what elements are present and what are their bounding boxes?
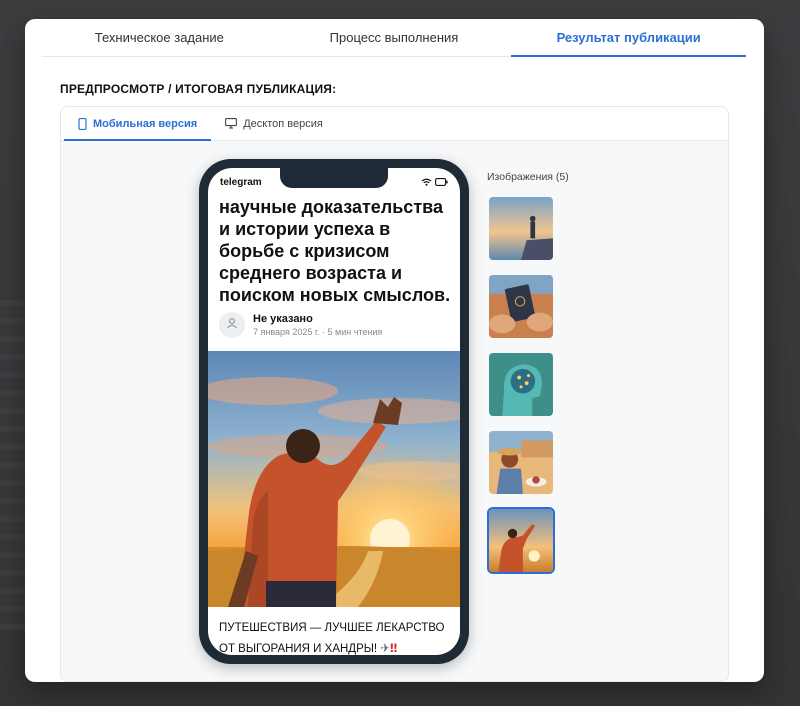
author-name: Не указано — [253, 313, 313, 325]
tab-mobile-version-label: Мобильная версия — [93, 117, 198, 130]
tab-publication-result[interactable]: Результат публикации — [511, 19, 746, 57]
images-label: Изображения (5) — [487, 171, 569, 183]
tab-execution-process[interactable]: Процесс выполнения — [277, 19, 512, 56]
preview-panel: Мобильная версия Десктоп версия telegram — [60, 106, 729, 682]
avatar — [219, 312, 245, 338]
phone-mockup: telegram научные доказательства и истори… — [199, 159, 469, 664]
double-exclamation-icon: ‼ — [389, 641, 398, 655]
man-waving-at-sunset-thumbnail[interactable] — [487, 507, 555, 574]
article-headline: научные доказательства и истории успеха … — [219, 197, 451, 305]
person-on-cliff-sea-thumbnail[interactable] — [487, 195, 555, 262]
airplane-icon: ✈ — [380, 641, 390, 655]
phone-icon — [78, 117, 87, 130]
tab-desktop-version-label: Десктоп версия — [243, 117, 323, 130]
glowing-brain-head-thumbnail[interactable] — [487, 351, 555, 418]
article-author: Не указано 7 января 2025 г. · 5 мин чтен… — [219, 312, 382, 338]
publication-modal: Техническое задание Процесс выполнения Р… — [25, 19, 764, 682]
phone-screen: telegram научные доказательства и истори… — [208, 168, 460, 655]
tab-desktop-version[interactable]: Десктоп версия — [211, 107, 337, 140]
main-tabs: Техническое задание Процесс выполнения Р… — [42, 19, 746, 57]
article-hero-image — [208, 351, 460, 607]
caption-text: ПУТЕШЕСТВИЯ — ЛУЧШЕЕ ЛЕКАРСТВО ОТ ВЫГОРА… — [219, 622, 445, 655]
user-icon — [226, 316, 238, 334]
battery-icon — [435, 173, 448, 191]
section-title: ПРЕДПРОСМОТР / ИТОГОВАЯ ПУБЛИКАЦИЯ: — [60, 82, 337, 96]
wifi-icon — [421, 173, 432, 191]
article-meta: 7 января 2025 г. · 5 мин чтения — [253, 327, 383, 337]
app-name: telegram — [220, 176, 262, 188]
tab-mobile-version[interactable]: Мобильная версия — [64, 107, 212, 141]
article-caption: ПУТЕШЕСТВИЯ — ЛУЧШЕЕ ЛЕКАРСТВО ОТ ВЫГОРА… — [219, 618, 455, 655]
tab-technical-task[interactable]: Техническое задание — [42, 19, 277, 56]
view-tabs: Мобильная версия Десктоп версия — [61, 107, 728, 141]
cafe-by-sea-thumbnail[interactable] — [487, 429, 555, 496]
monitor-icon — [225, 118, 238, 129]
background-list-shadow — [0, 300, 26, 630]
passport-in-hands-thumbnail[interactable] — [487, 273, 555, 340]
image-thumbnails — [487, 195, 555, 585]
phone-notch — [280, 168, 388, 188]
